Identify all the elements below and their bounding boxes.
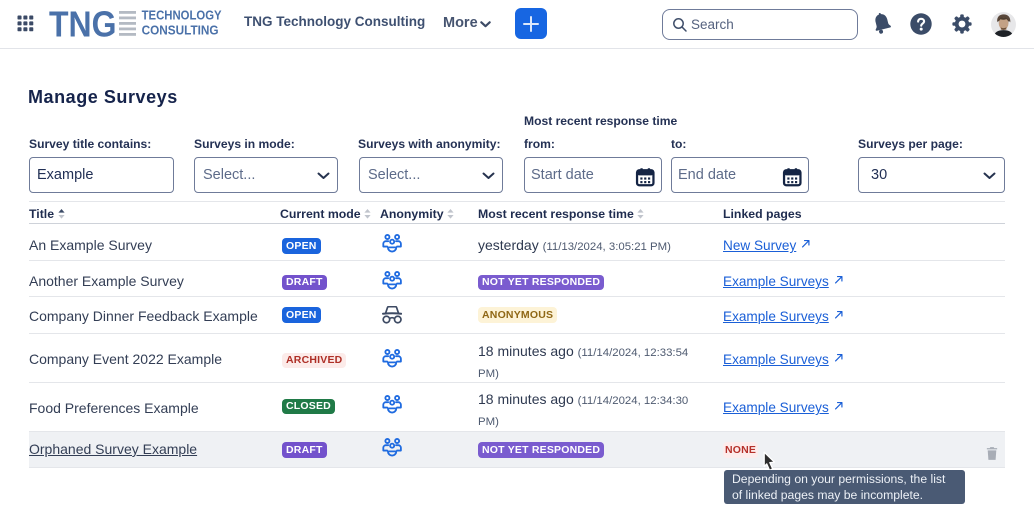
svg-text:CONSULTING: CONSULTING (142, 24, 219, 38)
svg-text:TECHNOLOGY: TECHNOLOGY (142, 9, 223, 23)
svg-text:TNG: TNG (49, 9, 117, 39)
